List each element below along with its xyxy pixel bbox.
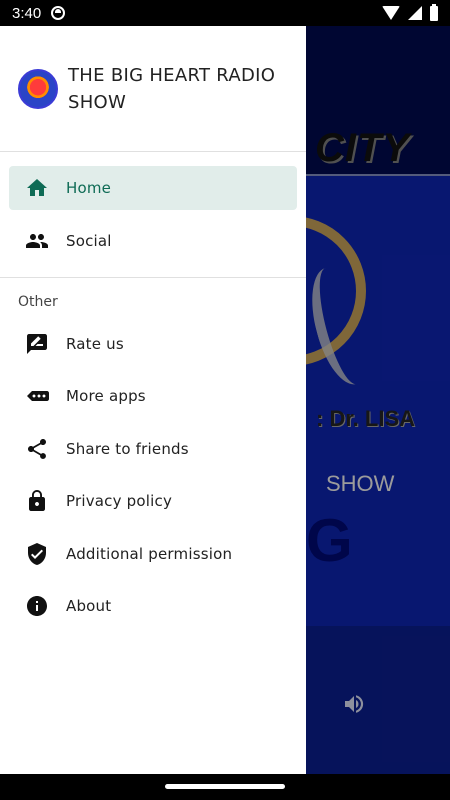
menu-item-privacy-policy[interactable]: Privacy policy xyxy=(9,479,297,523)
menu-item-social[interactable]: Social xyxy=(9,219,297,263)
app-title: THE BIG HEART RADIO SHOW xyxy=(68,64,276,113)
info-icon xyxy=(25,594,49,618)
menu-label-about: About xyxy=(66,597,112,615)
menu-item-share-to-friends[interactable]: Share to friends xyxy=(9,427,297,471)
status-indicators xyxy=(382,3,438,21)
battery-icon xyxy=(430,3,438,21)
signal-icon xyxy=(408,6,422,20)
share-icon xyxy=(25,437,49,461)
menu-label-more-apps: More apps xyxy=(66,387,146,405)
rate-icon xyxy=(25,332,49,356)
menu-item-home[interactable]: Home xyxy=(9,166,297,210)
menu-label-share-to-friends: Share to friends xyxy=(66,439,189,458)
people-icon xyxy=(25,229,49,253)
drawer-header: THE BIG HEART RADIO SHOW xyxy=(0,26,306,152)
lock-icon xyxy=(25,489,49,513)
other-menu: Rate us More apps Share to friends Priva… xyxy=(0,318,306,629)
menu-item-additional-permission[interactable]: Additional permission xyxy=(9,532,297,576)
status-bar: 3:40 xyxy=(0,0,450,26)
shield-check-icon xyxy=(25,542,49,566)
menu-label-privacy-policy: Privacy policy xyxy=(66,492,173,510)
menu-item-rate-us[interactable]: Rate us xyxy=(9,322,297,366)
home-icon xyxy=(25,176,49,200)
wifi-icon xyxy=(382,6,400,20)
more-apps-icon xyxy=(25,384,49,408)
app-logo xyxy=(18,68,58,109)
section-title-other: Other xyxy=(18,293,58,310)
menu-item-more-apps[interactable]: More apps xyxy=(9,374,297,418)
menu-label-home: Home xyxy=(66,179,112,197)
menu-label-rate-us: Rate us xyxy=(66,334,124,353)
screen: 3:40 CITY : Dr. LISA SHOW G THE BIG HEAR… xyxy=(0,0,450,800)
primary-menu: Home Social xyxy=(0,152,306,278)
system-navigation-bar xyxy=(0,774,450,800)
navigation-drawer: THE BIG HEART RADIO SHOW Home Social Oth… xyxy=(0,26,306,774)
home-gesture-handle[interactable] xyxy=(165,784,285,789)
menu-label-additional-permission: Additional permission xyxy=(66,544,233,563)
menu-item-about[interactable]: About xyxy=(9,584,297,628)
status-time: 3:40 xyxy=(12,4,42,22)
notification-app-icon xyxy=(51,6,66,20)
menu-label-social: Social xyxy=(66,231,112,250)
